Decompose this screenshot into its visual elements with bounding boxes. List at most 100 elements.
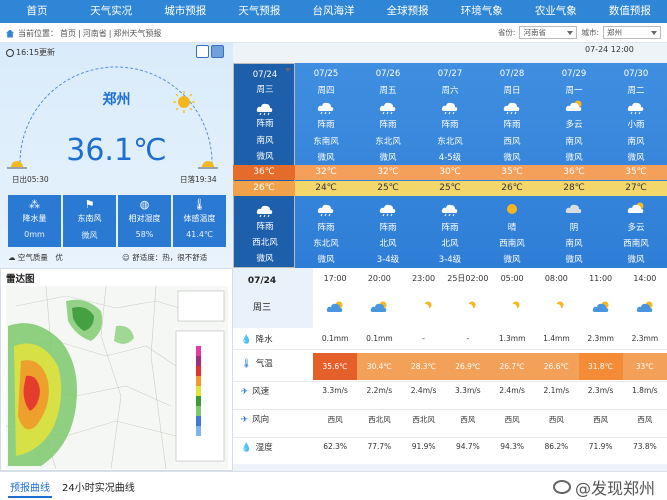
hour-humidity: 91.9% [411,442,436,451]
hour-raindrop: 2.3mm [587,334,614,343]
day-n-wx: 阵雨 [379,223,397,233]
day-n-wind: 西北风 [252,238,278,248]
day-d-lvl: 微风 [317,153,335,163]
hour-time: 14:00 [633,274,657,283]
hour-wind-direction: 西北风 [368,415,391,424]
row-divider [233,349,667,350]
comfort-index: ☺ 舒适度：热，很不舒适 [122,253,208,262]
hourly-row-label: 🌡 气温 [241,359,273,369]
hour-time: 17:00 [323,274,347,283]
night-weather-icon [507,204,517,214]
radar-legend-scale [196,346,201,436]
hour-raindrop: 1.3mm [498,334,526,343]
city-name: 郑州 [102,92,131,108]
nav-item[interactable]: 农业气象 [519,0,593,23]
hour-temp: 35.6℃ [313,353,357,380]
day-d-wx: 阵雨 [379,120,397,130]
nav-item[interactable]: 天气实况 [74,0,148,23]
nav-item[interactable]: 城市预报 [148,0,222,23]
day-d-lvl: 微风 [503,153,521,163]
day-d-wx: 阵雨 [503,120,521,130]
tab-active-indicator [8,496,52,498]
breadcrumb-home-link[interactable]: 首页 [60,28,76,39]
radar-map[interactable] [6,286,228,469]
city-select[interactable]: 郑州 [603,26,661,39]
high-temp: 35℃ [625,167,647,177]
hour-wind-speed: 3.3m/s [322,386,348,395]
hour-weather-icon [371,301,387,312]
day-n-lvl: 微风 [627,255,645,265]
day-weather-icon [503,102,520,115]
hour-time: 05:00 [500,274,524,283]
province-label: 省份: [497,28,516,37]
nav-item[interactable]: 环境气象 [445,0,519,23]
day-week: 周二 [627,86,645,96]
day-date: 07/27 [437,69,463,79]
hourly-date: 07/24 [247,276,277,286]
hour-wind-speed: 2.2m/s [366,386,393,395]
day-n-wind: 北风 [379,239,397,249]
hour-time: 23:00 [412,274,436,283]
nav-item[interactable]: 台风海洋 [296,0,370,23]
hour-time: 20:00 [367,274,391,283]
radar-panel: 雷达图 [0,268,233,471]
hour-humidity: 71.9% [588,442,613,451]
day-n-lvl: 微风 [317,255,335,265]
humidity-icon: ◍ [139,198,150,211]
night-weather-icon [256,205,273,218]
day-d-wind: 西风 [503,137,521,147]
stat-label: 体感温度 [183,214,216,223]
nav-item[interactable]: 天气预报 [222,0,296,23]
stat-card: ⚑ 东南风 微风 [63,195,116,247]
hourly-row-label: 💧 降水 [241,335,273,345]
day-d-lvl: 微风 [565,153,583,163]
thermometer-icon: 🌡 [192,198,207,211]
day-n-lvl: 3-4级 [376,255,400,265]
day-d-wind: 东北风 [375,137,401,147]
wind-direction-icon: ✈ [241,415,249,425]
hour-wind-speed: 2.4m/s [410,386,437,395]
day-d-wind: 东北风 [437,137,463,147]
day-n-wind: 西南风 [623,239,649,249]
tab-forecast-curve[interactable]: 预报曲线 [10,479,50,494]
hour-wind-speed: 3.3m/s [455,386,481,395]
raindrop-icon: 💧 [241,335,252,345]
day-d-wind: 南风 [565,137,583,147]
tab-24h-actual-curve[interactable]: 24小时实况曲线 [62,479,135,494]
hour-wind-direction: 西风 [504,415,520,424]
day-date: 07/29 [561,69,587,79]
day-n-wind: 东北风 [313,239,339,249]
nav-item[interactable]: 首页 [0,0,74,23]
day-weather-icon [565,100,582,111]
day-n-wx: 阵雨 [256,222,274,232]
stat-label: 降水量 [22,214,47,223]
night-weather-icon [379,204,396,217]
stat-label: 相对湿度 [128,214,161,223]
hour-raindrop: 0.1mm [366,334,393,343]
day-weather-icon [379,102,396,115]
hour-time: 11:00 [589,274,613,283]
day-weather-icon [627,102,644,115]
humidity-icon: 💧 [241,443,252,453]
hour-humidity: 94.7% [455,442,480,451]
location-selectors: 省份: 河南省 城市: 郑州 [498,26,661,39]
nav-item[interactable]: 全球预报 [371,0,445,23]
day-date: 07/26 [375,69,401,79]
day-date: 07/30 [623,69,649,79]
breadcrumb-province-link[interactable]: 河南省 [83,28,107,39]
day-d-wind: 东南风 [313,137,339,147]
province-select[interactable]: 河南省 [519,26,578,39]
day-date: 07/28 [499,69,525,79]
day-week: 周六 [441,86,459,96]
day-weather-icon [256,103,273,116]
nav-item[interactable]: 数值预报 [593,0,667,23]
day-week: 周日 [503,86,521,96]
day-week: 周三 [256,85,274,95]
hour-wind-speed: 2.3m/s [587,386,614,395]
day-week: 周五 [379,86,397,96]
day-date: 07/24 [252,70,278,80]
air-quality: ☁ 空气质量 优 [8,253,63,262]
hour-wind-direction: 西风 [548,415,564,424]
breadcrumb: 当前位置： 首页 | 河南省 | 郑州天气预报 [6,28,161,39]
hour-wind-speed: 2.1m/s [543,386,570,395]
